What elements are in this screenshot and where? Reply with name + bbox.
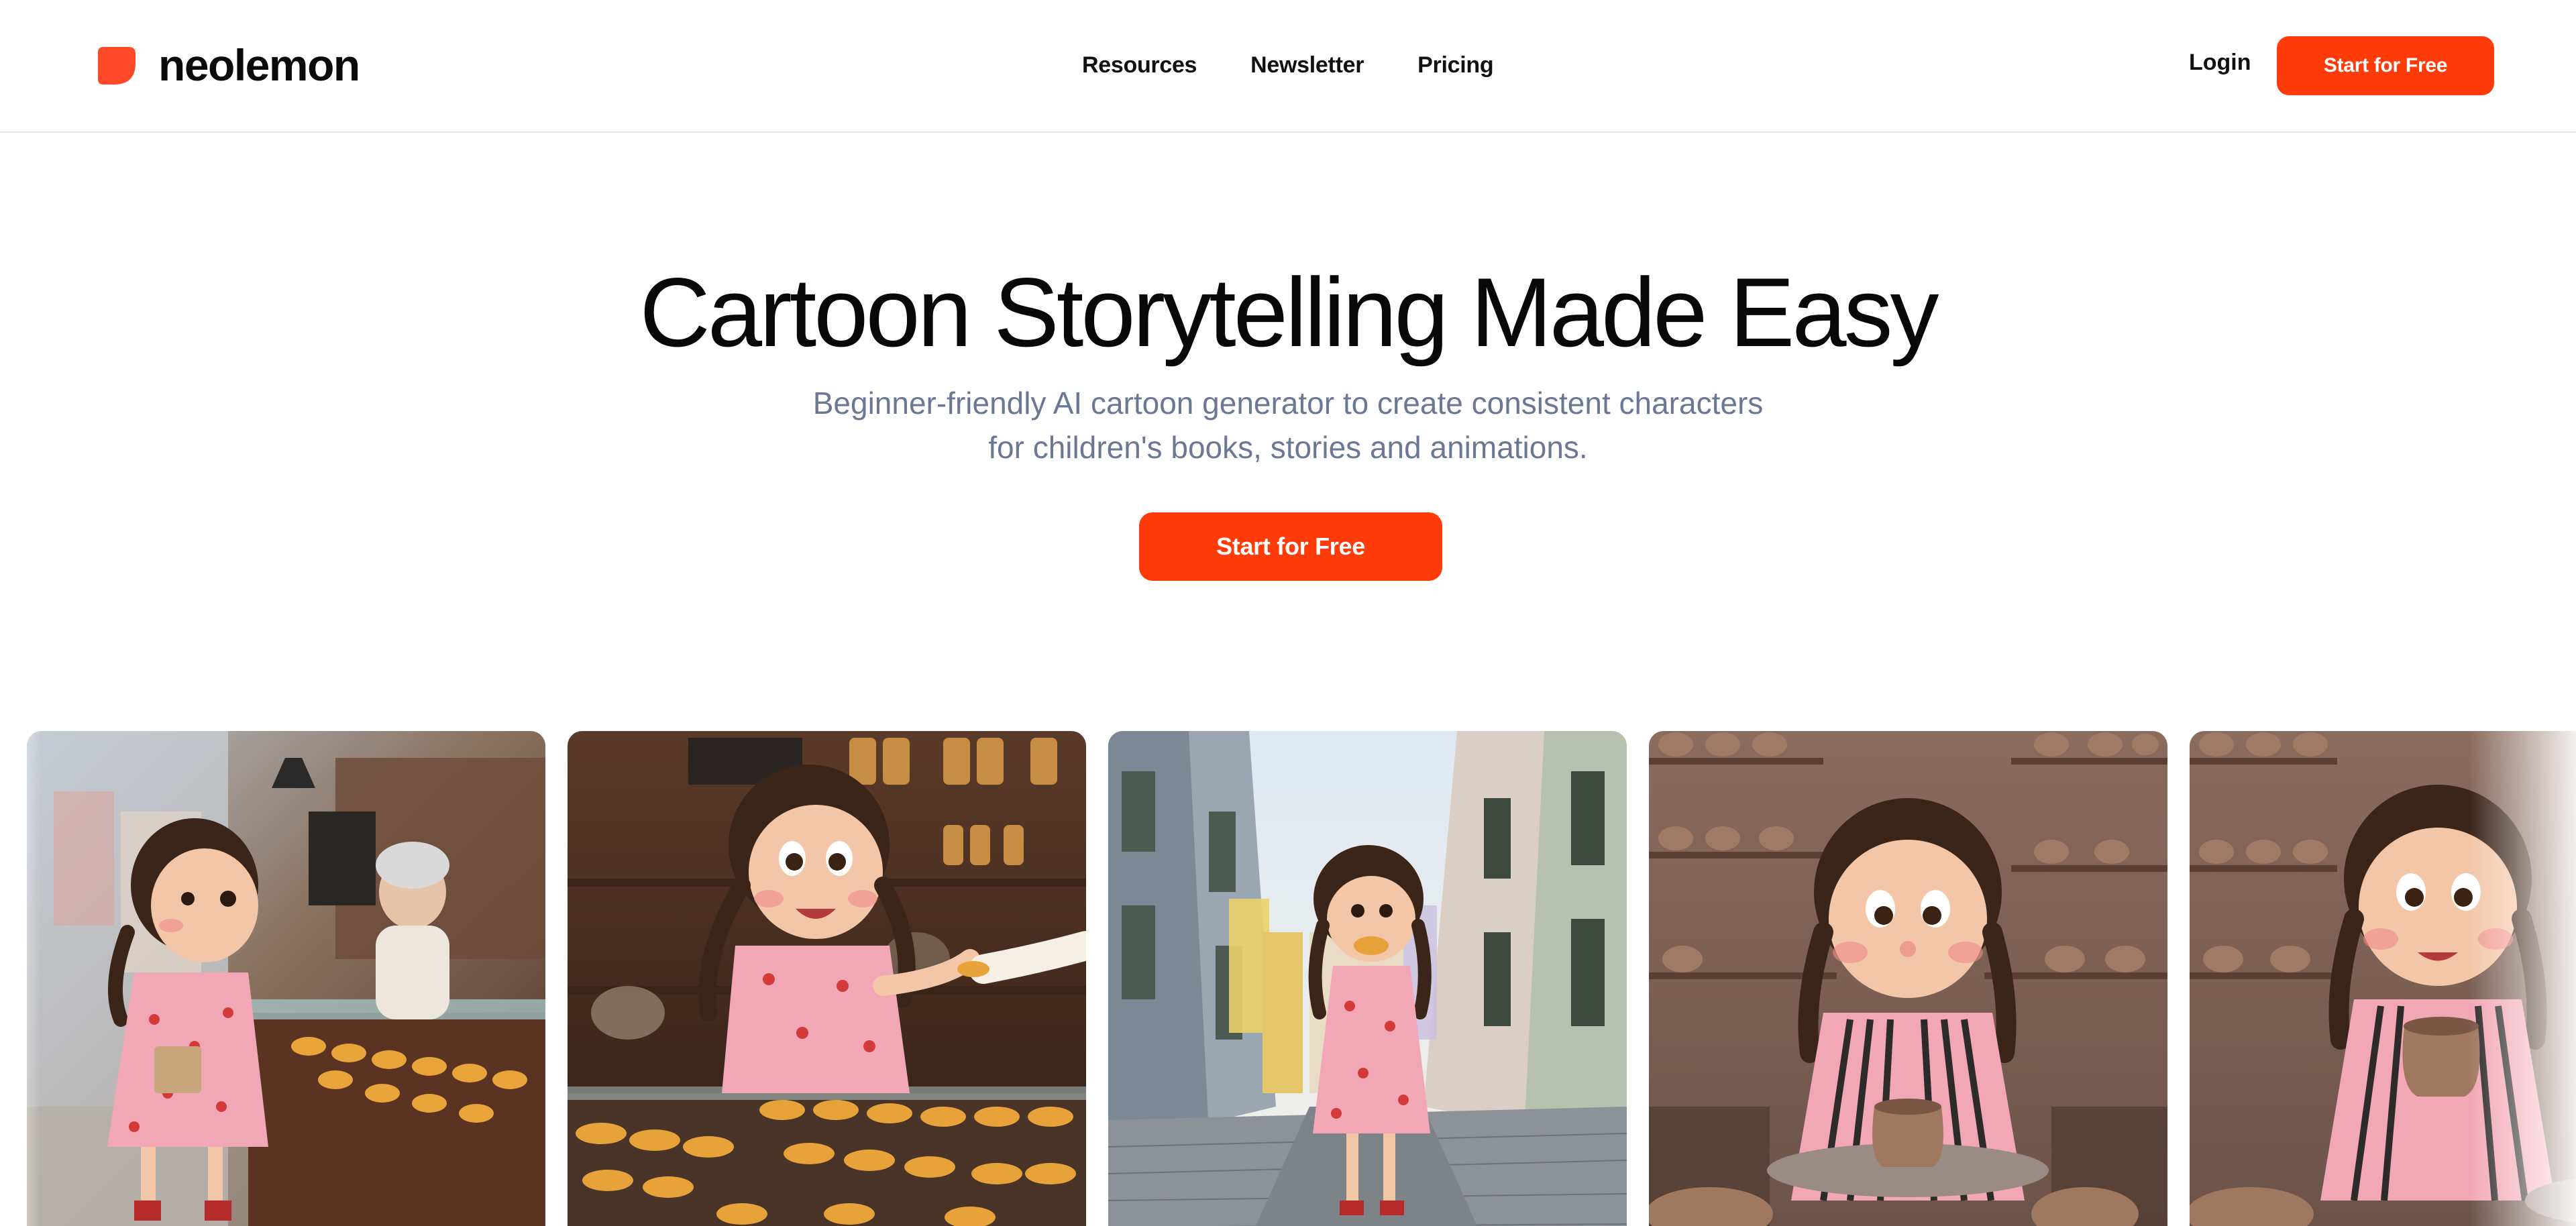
example-gallery xyxy=(0,731,2576,1226)
hero-subtitle-line-1: Beginner-friendly AI cartoon generator t… xyxy=(812,386,1764,421)
girl-at-bakery-counter-image xyxy=(27,731,545,1226)
hero-subtitle-line-2: for children's books, stories and animat… xyxy=(988,430,1588,465)
nav-newsletter-link[interactable]: Newsletter xyxy=(1250,52,1364,78)
hero-subtitle: Beginner-friendly AI cartoon generator t… xyxy=(738,381,1838,469)
girl-pottery-wheel-image xyxy=(1649,731,2167,1226)
girl-receiving-pastry-image xyxy=(568,731,1086,1226)
header-start-free-button[interactable]: Start for Free xyxy=(2277,36,2494,95)
main-nav: Resources Newsletter Pricing xyxy=(1082,47,1494,83)
login-link[interactable]: Login xyxy=(2189,50,2251,76)
site-header: neolemon Resources Newsletter Pricing Lo… xyxy=(0,0,2576,133)
brand-name: neolemon xyxy=(158,40,360,90)
girl-holding-clay-pot-image xyxy=(2190,731,2576,1226)
orange-leaf-logo-icon xyxy=(98,47,136,85)
nav-resources-link[interactable]: Resources xyxy=(1082,52,1197,78)
hero-title: Cartoon Storytelling Made Easy xyxy=(639,258,1939,367)
home-logo-link[interactable]: neolemon xyxy=(94,40,360,90)
hero-start-free-button[interactable]: Start for Free xyxy=(1139,512,1442,581)
girl-eating-pastry-street-image xyxy=(1108,731,1627,1226)
nav-pricing-link[interactable]: Pricing xyxy=(1417,52,1493,78)
